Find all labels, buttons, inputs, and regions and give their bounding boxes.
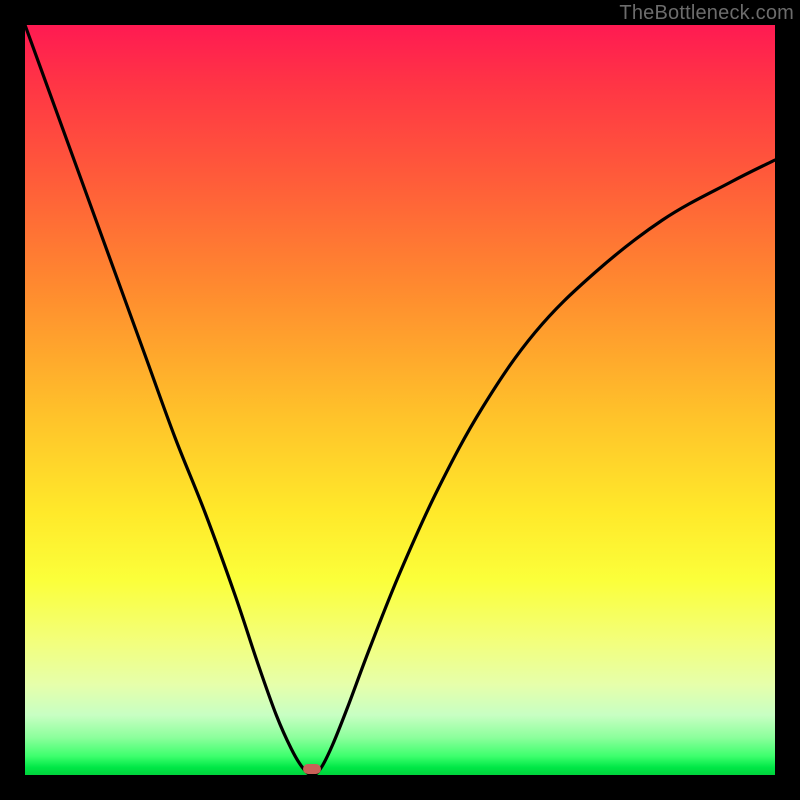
plot-area bbox=[25, 25, 775, 775]
bottleneck-curve bbox=[25, 25, 775, 775]
min-marker bbox=[303, 764, 321, 774]
watermark-text: TheBottleneck.com bbox=[619, 2, 794, 25]
chart-stage: TheBottleneck.com bbox=[0, 0, 800, 800]
curve-layer bbox=[25, 25, 775, 775]
